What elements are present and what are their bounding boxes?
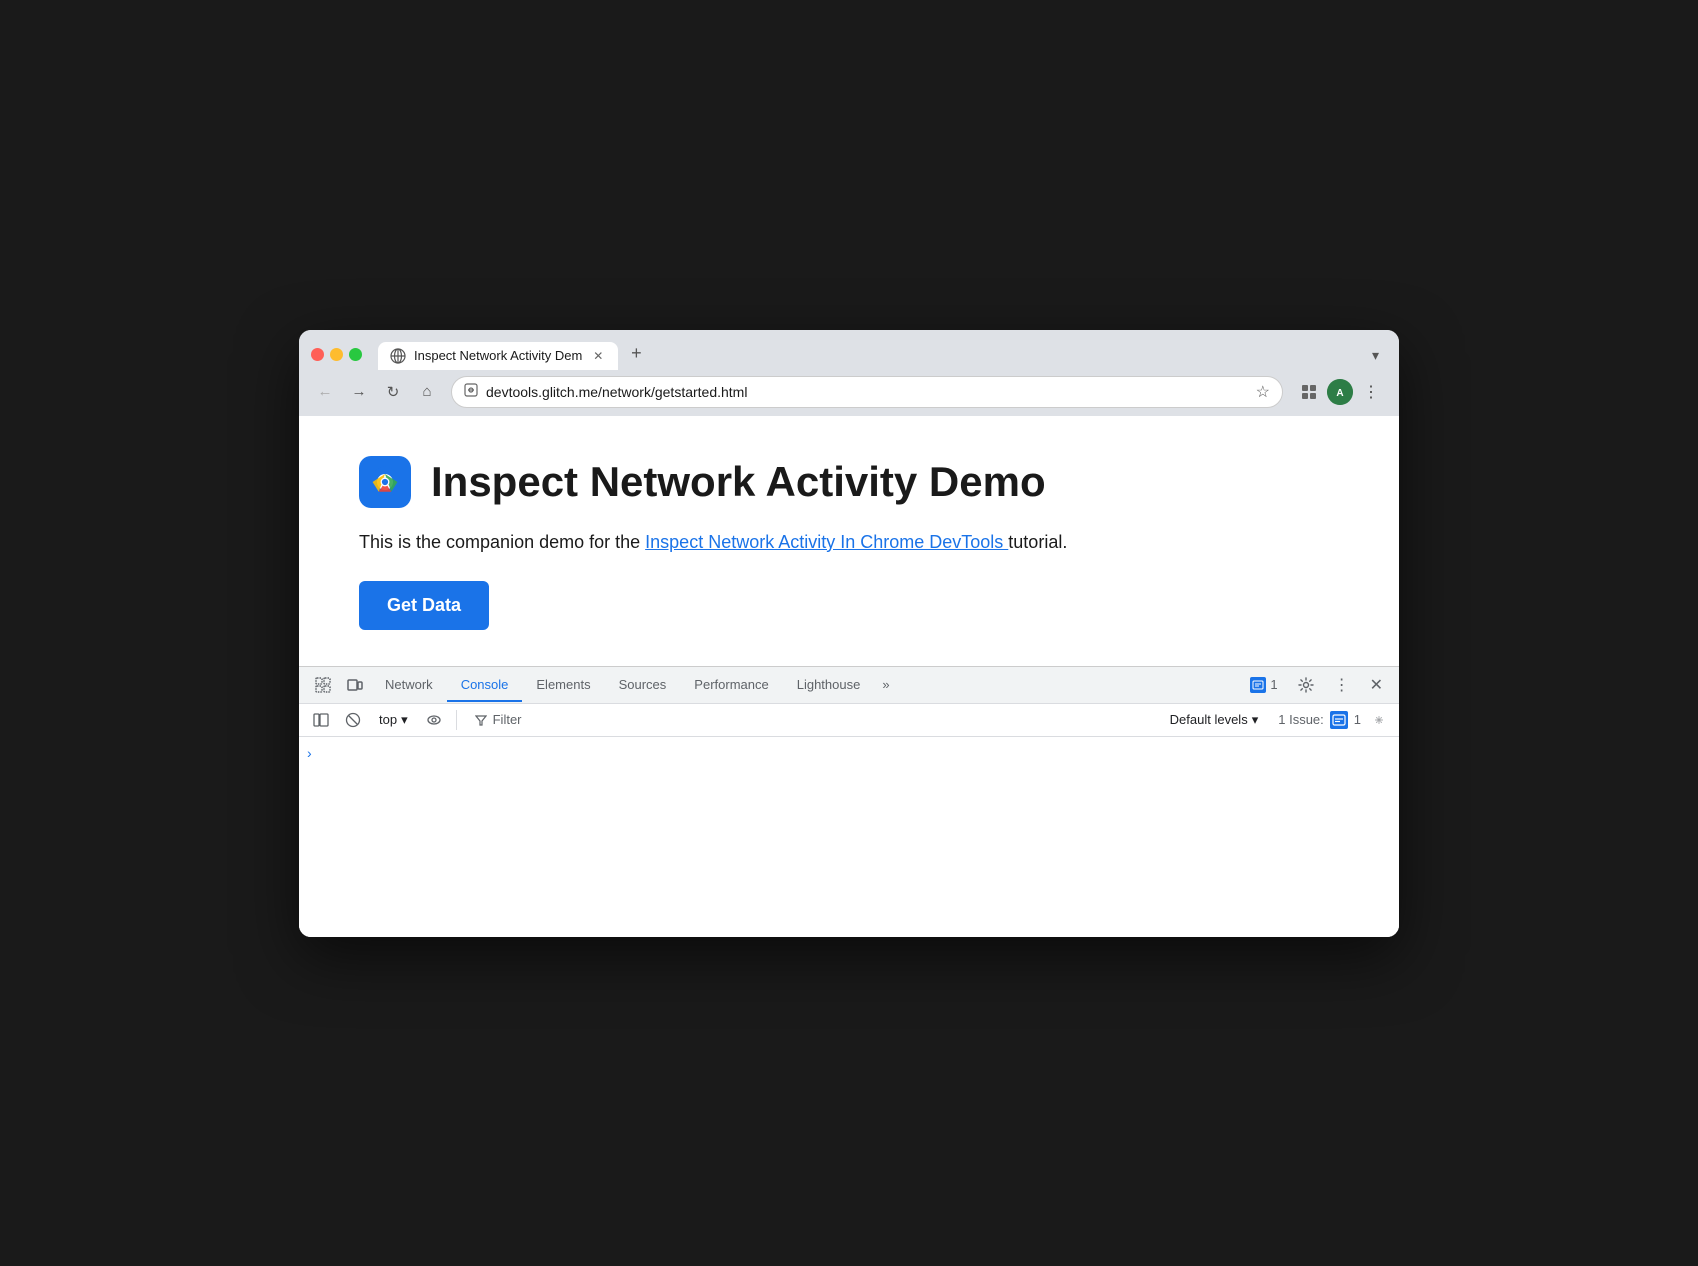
url-text: devtools.glitch.me/network/getstarted.ht…: [486, 384, 1248, 400]
log-level-label: Default levels: [1170, 712, 1248, 727]
issues-button[interactable]: 1: [1242, 673, 1285, 697]
filter-area: Filter: [465, 708, 1158, 731]
devtools-close-button[interactable]: ✕: [1362, 667, 1391, 703]
clear-console-button[interactable]: [339, 708, 367, 732]
get-data-button[interactable]: Get Data: [359, 581, 489, 630]
more-tabs-button[interactable]: »: [874, 669, 897, 700]
close-window-button[interactable]: [311, 348, 324, 361]
forward-button[interactable]: →: [345, 378, 373, 406]
active-tab[interactable]: Inspect Network Activity Dem ✕: [378, 342, 618, 370]
console-area: ›: [299, 737, 1399, 937]
svg-text:A: A: [1336, 388, 1343, 399]
device-toggle-button[interactable]: [339, 669, 371, 701]
tab-close-button[interactable]: ✕: [590, 348, 606, 364]
issue-count: 1: [1270, 677, 1277, 692]
traffic-lights: [311, 348, 362, 361]
addressbar-row: ← → ↻ ⌂ devtools.glitch.me/network/getst…: [299, 370, 1399, 416]
log-level-dropdown-icon: ▾: [1252, 712, 1259, 728]
issue-icon: [1250, 677, 1266, 693]
titlebar: Inspect Network Activity Dem ✕ + ▾: [299, 330, 1399, 370]
filter-label: Filter: [493, 712, 522, 727]
address-security-icon: [464, 383, 478, 400]
maximize-window-button[interactable]: [349, 348, 362, 361]
inspect-element-button[interactable]: [307, 669, 339, 701]
page-title: Inspect Network Activity Demo: [431, 458, 1046, 506]
tab-lighthouse[interactable]: Lighthouse: [783, 667, 875, 702]
tabs-dropdown-button[interactable]: ▾: [1364, 343, 1387, 368]
home-button[interactable]: ⌂: [413, 378, 441, 406]
devtools-more-button[interactable]: ⋮: [1326, 667, 1358, 703]
description-prefix: This is the companion demo for the: [359, 532, 645, 552]
profile-avatar[interactable]: A: [1327, 379, 1353, 405]
issues-settings-button[interactable]: [1367, 708, 1391, 732]
tab-performance[interactable]: Performance: [680, 667, 782, 702]
context-dropdown-icon: ▾: [401, 712, 408, 728]
page-logo: [359, 456, 411, 508]
devtools-settings-button[interactable]: [1290, 669, 1322, 701]
minimize-window-button[interactable]: [330, 348, 343, 361]
devtools-link[interactable]: Inspect Network Activity In Chrome DevTo…: [645, 532, 1008, 552]
eye-button[interactable]: [420, 708, 448, 732]
toolbar-icons: A ⋮: [1293, 376, 1387, 408]
tab-console[interactable]: Console: [447, 667, 523, 702]
devtools-right-actions: 1 ⋮ ✕: [1242, 667, 1391, 703]
console-caret[interactable]: ›: [307, 745, 312, 761]
page-header: Inspect Network Activity Demo: [359, 456, 1339, 508]
issues-badge-count: 1: [1354, 712, 1361, 727]
back-button[interactable]: ←: [311, 378, 339, 406]
context-label: top: [379, 712, 397, 727]
tabs-row: Inspect Network Activity Dem ✕ + ▾: [378, 340, 1387, 370]
devtools-tabs: Network Console Elements Sources Perform…: [299, 667, 1399, 704]
log-level-button[interactable]: Default levels ▾: [1162, 708, 1267, 732]
address-bar[interactable]: devtools.glitch.me/network/getstarted.ht…: [451, 376, 1283, 408]
filter-icon: [475, 714, 487, 726]
new-tab-button[interactable]: +: [622, 340, 650, 368]
issues-count-label: 1 Issue:: [1278, 712, 1324, 727]
reload-button[interactable]: ↻: [379, 378, 407, 406]
tab-network[interactable]: Network: [371, 667, 447, 702]
devtools-panel: Network Console Elements Sources Perform…: [299, 666, 1399, 937]
page-content: Inspect Network Activity Demo This is th…: [299, 416, 1399, 666]
extensions-button[interactable]: [1293, 376, 1325, 408]
issues-count-icon: [1330, 711, 1348, 729]
tab-favicon-icon: [390, 348, 406, 364]
tab-sources[interactable]: Sources: [605, 667, 681, 702]
issues-count-area: 1 Issue: 1: [1278, 708, 1391, 732]
chrome-menu-button[interactable]: ⋮: [1355, 376, 1387, 408]
description-suffix: tutorial.: [1008, 532, 1067, 552]
page-description: This is the companion demo for the Inspe…: [359, 532, 1339, 553]
toolbar-separator: [456, 710, 457, 730]
context-selector[interactable]: top ▾: [371, 708, 416, 732]
bookmark-icon[interactable]: ☆: [1256, 382, 1270, 402]
tab-title: Inspect Network Activity Dem: [414, 348, 582, 363]
console-sidebar-button[interactable]: [307, 708, 335, 732]
browser-window: Inspect Network Activity Dem ✕ + ▾ ← → ↻…: [299, 330, 1399, 937]
tab-elements[interactable]: Elements: [522, 667, 604, 702]
console-toolbar: top ▾ Filter Default levels ▾: [299, 704, 1399, 737]
